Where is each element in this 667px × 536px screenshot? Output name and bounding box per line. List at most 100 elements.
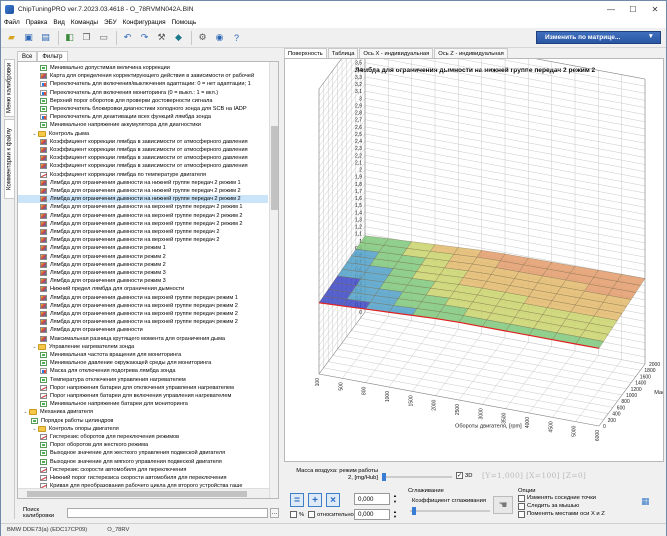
tree-item[interactable]: Лямбда для ограничения дымности на верхн… bbox=[18, 310, 268, 318]
settings-icon[interactable]: ⚙ bbox=[195, 30, 210, 45]
menu-ecu[interactable]: ЭБУ bbox=[104, 19, 117, 26]
tree-item[interactable]: Лямбда для ограничения дымности на верхн… bbox=[18, 228, 268, 236]
menu-view[interactable]: Вид bbox=[53, 19, 65, 26]
navigate-icon[interactable]: ◆ bbox=[171, 30, 186, 45]
close-button[interactable]: ✕ bbox=[644, 1, 666, 17]
tree-item[interactable]: Минимальное давление окружающей среды дл… bbox=[18, 359, 268, 367]
tree-horizontal-scrollbar[interactable] bbox=[18, 488, 269, 498]
spin-down-icon[interactable]: ▼ bbox=[391, 514, 399, 519]
tree-item[interactable]: Переключатель для включения/выключения а… bbox=[18, 80, 268, 88]
tree-item[interactable]: Лямбда для ограничения дымности режим 2 bbox=[18, 253, 268, 261]
tree-item[interactable]: Выходное значение для жесткого управлени… bbox=[18, 449, 268, 457]
tree-item[interactable]: Коэффициент коррекции лямбда в зависимос… bbox=[18, 138, 268, 146]
tools-icon[interactable]: ⚒ bbox=[154, 30, 169, 45]
tree-item[interactable]: Нижний порог гистерезиса скорости автомо… bbox=[18, 474, 268, 482]
tree-item[interactable]: Лямбда для ограничения дымности на верхн… bbox=[18, 302, 268, 310]
menu-configuration[interactable]: Конфигурация bbox=[123, 19, 166, 26]
tree-item[interactable]: Максимальная разница крутящего момента д… bbox=[18, 335, 268, 343]
menu-help[interactable]: Помощь bbox=[172, 19, 197, 26]
save-icon[interactable]: ▣ bbox=[21, 30, 36, 45]
compare-icon[interactable]: ◧ bbox=[62, 30, 77, 45]
spin-down-icon[interactable]: ▼ bbox=[391, 499, 399, 504]
tree-item[interactable]: Порог оборотов для жесткого режима bbox=[18, 441, 268, 449]
tree-item[interactable]: Лямбда для ограничения дымности на верхн… bbox=[18, 203, 268, 211]
tree-item[interactable]: Минимальная частота вращения для монитор… bbox=[18, 351, 268, 359]
tree-item[interactable]: Лямбда для ограничения дымности режим 2 bbox=[18, 261, 268, 269]
maximize-button[interactable]: ☐ bbox=[622, 1, 644, 17]
scrollbar-thumb[interactable] bbox=[27, 491, 247, 497]
value-input[interactable]: 0,000 bbox=[354, 493, 390, 505]
tree-folder[interactable]: ⌄ Контроль дыма bbox=[18, 130, 268, 138]
tree-item[interactable]: Карта для определения корректирующего де… bbox=[18, 72, 268, 80]
tree-item[interactable]: Коэффициент коррекции лямбда по температ… bbox=[18, 171, 268, 179]
chevron-down-icon[interactable]: ⌄ bbox=[31, 131, 38, 137]
option-swap-axes[interactable]: Поменять местами оси X и Z bbox=[518, 510, 605, 518]
tree-item[interactable]: Лямбда для ограничения дымности на верхн… bbox=[18, 220, 268, 228]
open-icon[interactable]: ▰ bbox=[4, 30, 19, 45]
tree-vertical-scrollbar[interactable] bbox=[269, 62, 278, 498]
checksum-icon[interactable]: ◉ bbox=[212, 30, 227, 45]
tree-item[interactable]: Лямбда для ограничения дымности bbox=[18, 326, 268, 334]
tree-item[interactable]: Порог напряжения батареи для включения у… bbox=[18, 392, 268, 400]
save-as-icon[interactable]: ▤ bbox=[38, 30, 53, 45]
option-change-neighbors[interactable]: Изменять соседние точки bbox=[518, 494, 605, 502]
tree-item[interactable]: Маска для отключения подогрева лямбда зо… bbox=[18, 367, 268, 375]
search-input[interactable] bbox=[66, 508, 269, 518]
tree-item[interactable]: Выходное значение для мягкого управления… bbox=[18, 458, 268, 466]
tree-item[interactable]: Лямбда для ограничения дымности режим 1 bbox=[18, 244, 268, 252]
help-icon[interactable]: ? bbox=[229, 30, 244, 45]
tree-item[interactable]: Лямбда для ограничения дымности на нижне… bbox=[18, 195, 268, 204]
tree-item[interactable]: Лямбда для ограничения дымности на верхн… bbox=[18, 294, 268, 302]
tree-folder[interactable]: ⌄ Управление нагревателем зонда bbox=[18, 343, 268, 351]
slider-handle[interactable] bbox=[411, 507, 416, 515]
tree-item[interactable]: Переключатель для включения мониторинга … bbox=[18, 89, 268, 97]
tree-folder[interactable]: ⌄ Механика двигателя bbox=[18, 408, 268, 416]
relative-value-input[interactable]: 0,000 bbox=[354, 509, 390, 520]
search-button[interactable]: … bbox=[270, 508, 279, 518]
scrollbar-thumb[interactable] bbox=[271, 126, 278, 210]
menu-file[interactable]: Файл bbox=[4, 19, 20, 26]
chevron-down-icon[interactable]: ⌄ bbox=[31, 426, 38, 432]
tree-item[interactable]: Лямбда для ограничения дымности на верхн… bbox=[18, 236, 268, 244]
redo-icon[interactable]: ↷ bbox=[137, 30, 152, 45]
paste-icon[interactable]: ▭ bbox=[96, 30, 111, 45]
tree-item[interactable]: Минимально допустимая величина коррекции bbox=[18, 64, 268, 72]
tab-surface[interactable]: Поверхность bbox=[284, 48, 327, 58]
change-by-matrix-button[interactable]: Изменить по матрице... ▼ bbox=[536, 31, 661, 44]
tree-item[interactable]: Лямбда для ограничения дымности на верхн… bbox=[18, 212, 268, 220]
tree-item[interactable]: Лямбда для ограничения дымности на верхн… bbox=[18, 318, 268, 326]
percent-checkbox[interactable]: % bbox=[290, 511, 304, 518]
spin-up-icon[interactable]: ▲ bbox=[391, 493, 399, 498]
tree-item[interactable]: Лямбда для ограничения дымности на нижне… bbox=[18, 187, 268, 195]
relative-checkbox[interactable]: относительно bbox=[308, 511, 354, 518]
apply-smoothing-button[interactable]: ☚ bbox=[493, 496, 513, 514]
checkbox-3d[interactable]: ✓ 3D bbox=[456, 472, 472, 479]
tree-item[interactable]: Лямбда для ограничения дымности режим 3 bbox=[18, 277, 268, 285]
equals-button[interactable]: = bbox=[290, 493, 304, 507]
tree-item[interactable]: Минимальное напряжение батареи для монит… bbox=[18, 400, 268, 408]
tree-item[interactable]: Переключатель для деактивации всех функц… bbox=[18, 113, 268, 121]
undo-icon[interactable]: ↶ bbox=[120, 30, 135, 45]
minimize-button[interactable]: — bbox=[600, 1, 622, 17]
tab-table[interactable]: Таблица bbox=[327, 48, 359, 58]
tab-axis-x[interactable]: Ось X - индивидуальная bbox=[359, 48, 434, 58]
tree-item[interactable]: Нижний предел лямбда для ограничения дым… bbox=[18, 285, 268, 293]
tree-item[interactable]: Переключатель блокировки диагностики хол… bbox=[18, 105, 268, 113]
multiply-button[interactable]: × bbox=[326, 493, 340, 507]
tree-item[interactable]: Порог напряжения батареи для отключения … bbox=[18, 384, 268, 392]
tree-folder[interactable]: ⌄ Контроль опоры двигателя bbox=[18, 425, 268, 433]
menu-edit[interactable]: Правка bbox=[26, 19, 48, 26]
tree-item[interactable]: Коэффициент коррекции лямбда в зависимос… bbox=[18, 154, 268, 162]
chevron-down-icon[interactable]: ⌄ bbox=[31, 344, 38, 350]
tab-axis-z[interactable]: Ось Z - индивидуальная bbox=[434, 48, 508, 58]
tree-item[interactable]: Коэффициент коррекции лямбда в зависимос… bbox=[18, 146, 268, 154]
grid-icon[interactable]: ▦ bbox=[641, 496, 651, 506]
tab-calibration-menu[interactable]: Меню калибровки bbox=[4, 59, 15, 117]
tree-item[interactable]: Гистерезис скорости автомобиля для перек… bbox=[18, 466, 268, 474]
tab-all[interactable]: Все bbox=[17, 51, 38, 61]
tab-filter[interactable]: Фильтр bbox=[37, 51, 68, 61]
tree-item[interactable]: Минимальное напряжение аккумулятора для … bbox=[18, 121, 268, 129]
tree-item[interactable]: Коэффициент коррекции лямбда в зависимос… bbox=[18, 162, 268, 170]
tree-item[interactable]: Верхний порог оборотов для проверки дост… bbox=[18, 97, 268, 105]
tree-item[interactable]: Лямбда для ограничения дымности на нижне… bbox=[18, 179, 268, 187]
